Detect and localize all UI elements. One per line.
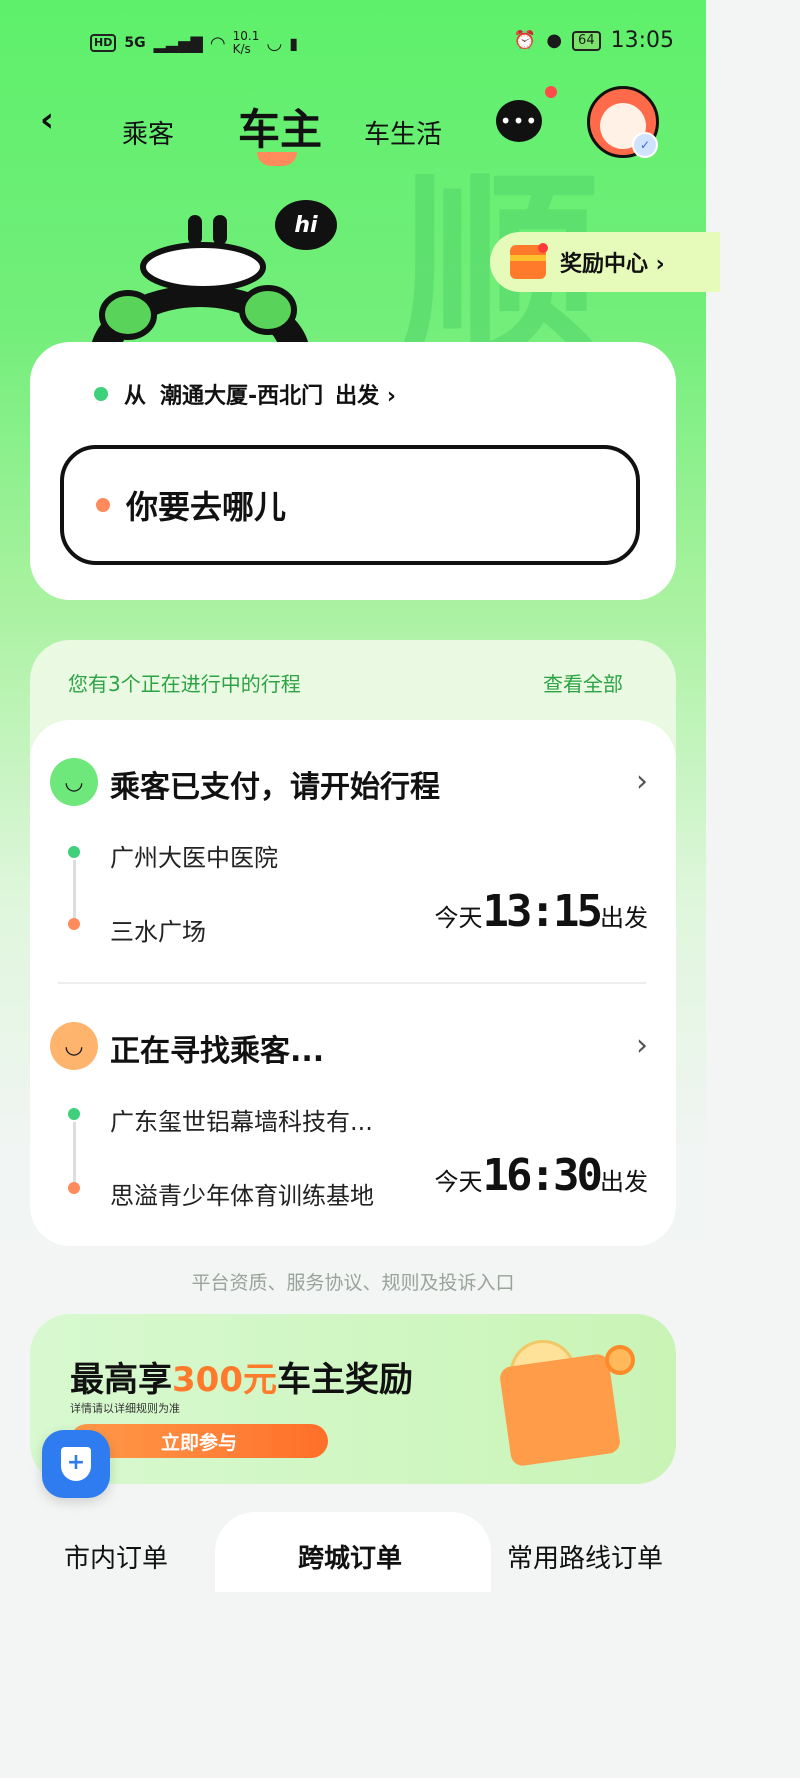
pickup-dot-icon: [68, 1108, 80, 1120]
reward-center-label: 奖励中心 ›: [560, 252, 665, 277]
departure-day: 今天: [434, 1168, 483, 1196]
origin-prefix: 从: [124, 384, 147, 409]
status-bar: HD 5G ▂▃▅▇ ◠ 10.1 K/s ◡ ▮ ⏰ ● 64 13:05: [0, 22, 706, 62]
dropoff-dot-icon: [68, 918, 80, 930]
departure-clock: 16:30: [482, 1150, 603, 1201]
view-all-link[interactable]: 查看全部: [543, 668, 623, 697]
chat-bubble-icon: •••: [499, 109, 539, 133]
departure-time: 今天 13:15 出发: [435, 886, 648, 937]
shield-plus-icon: +: [61, 1447, 91, 1481]
flower-icon: [605, 1345, 635, 1375]
verified-badge-icon: ✓: [632, 132, 658, 158]
trip-divider: [58, 982, 646, 984]
reward-center-button[interactable]: 奖励中心 ›: [490, 232, 720, 292]
origin-place: 潮通大厦-西北门: [160, 384, 324, 409]
back-button[interactable]: ‹: [40, 100, 54, 140]
tab-passenger[interactable]: 乘客: [122, 114, 174, 151]
departure-suffix: 出发: [600, 904, 648, 932]
banner-title-highlight: 300元: [172, 1360, 277, 1400]
net-speed: 10.1 K/s: [233, 30, 260, 56]
banner-title: 最高享300元车主奖励: [70, 1352, 413, 1401]
pickup-location: 广州大医中医院: [110, 844, 278, 872]
status-right: ⏰ ● 64 13:05: [514, 28, 674, 53]
departure-clock: 13:15: [482, 886, 603, 937]
smile-icon: ◡: [50, 1022, 98, 1070]
trip-item[interactable]: ◡ 正在寻找乘客... › 广东玺世铝幕墙科技有... 思溢青少年体育训练基地 …: [48, 1022, 658, 1222]
chevron-left-icon: ‹: [40, 100, 55, 140]
departure-day: 今天: [434, 904, 483, 932]
departure-time: 今天 16:30 出发: [435, 1150, 648, 1201]
network-label: 5G: [124, 35, 146, 51]
origin-row[interactable]: 从 潮通大厦-西北门 出发 ›: [94, 378, 396, 410]
destination-placeholder: 你要去哪儿: [126, 488, 287, 526]
tab-route-orders[interactable]: 常用路线订单: [507, 1538, 663, 1575]
tab-city-orders[interactable]: 市内订单: [64, 1538, 168, 1575]
destination-input[interactable]: 你要去哪儿: [60, 445, 640, 565]
hi-speech-bubble: hi: [275, 200, 337, 250]
safety-button[interactable]: +: [42, 1430, 110, 1498]
chevron-right-icon: ›: [636, 764, 648, 799]
dropoff-location: 三水广场: [110, 918, 206, 946]
banner-subtitle: 详情请以详细规则为准: [70, 1402, 180, 1415]
status-time: 13:05: [610, 28, 674, 53]
shield-status-icon: ◡: [267, 32, 282, 54]
smile-icon: ◡: [50, 758, 98, 806]
reward-unread-dot: [538, 243, 548, 253]
trip-status: 乘客已支付，请开始行程: [110, 770, 440, 805]
origin-dot-icon: [94, 387, 108, 401]
destination-dot-icon: [96, 498, 110, 512]
tab-car-life[interactable]: 车生活: [364, 114, 442, 151]
tab-driver[interactable]: 车主: [238, 96, 322, 157]
battery-indicator: 64: [572, 30, 601, 51]
origin-suffix: 出发 ›: [335, 384, 396, 409]
signal-icon: ▂▃▅▇: [153, 33, 203, 53]
pickup-dot-icon: [68, 846, 80, 858]
net-speed-unit: K/s: [232, 42, 251, 56]
dropoff-location: 思溢青少年体育训练基地: [110, 1182, 374, 1210]
tab-intercity-orders[interactable]: 跨城订单: [298, 1538, 402, 1575]
location-icon: ●: [546, 30, 563, 51]
status-left: HD 5G ▂▃▅▇ ◠ 10.1 K/s ◡ ▮: [90, 30, 298, 56]
message-button[interactable]: •••: [496, 100, 542, 142]
trip-status: 正在寻找乘客...: [110, 1034, 325, 1069]
trip-item[interactable]: ◡ 乘客已支付，请开始行程 › 广州大医中医院 三水广场 今天 13:15 出发: [48, 758, 658, 958]
banner-title-prefix: 最高享: [70, 1360, 172, 1400]
platform-info-link[interactable]: 平台资质、服务协议、规则及投诉入口: [0, 1268, 706, 1295]
gift-box-icon: [498, 1352, 622, 1468]
wifi-icon: ◠: [210, 32, 225, 54]
unread-dot: [545, 86, 557, 98]
alarm-icon: ⏰: [513, 30, 537, 51]
route-line: [73, 1122, 76, 1182]
battery-saver-icon: ▮: [289, 33, 299, 53]
chevron-right-icon: ›: [636, 1028, 648, 1063]
pickup-location: 广东玺世铝幕墙科技有...: [110, 1108, 373, 1136]
departure-suffix: 出发: [600, 1168, 648, 1196]
hd-badge: HD: [90, 34, 117, 52]
trips-summary: 您有3个正在进行中的行程: [68, 672, 301, 696]
banner-title-suffix: 车主奖励: [276, 1360, 413, 1400]
dropoff-dot-icon: [68, 1182, 80, 1194]
route-line: [73, 860, 76, 918]
